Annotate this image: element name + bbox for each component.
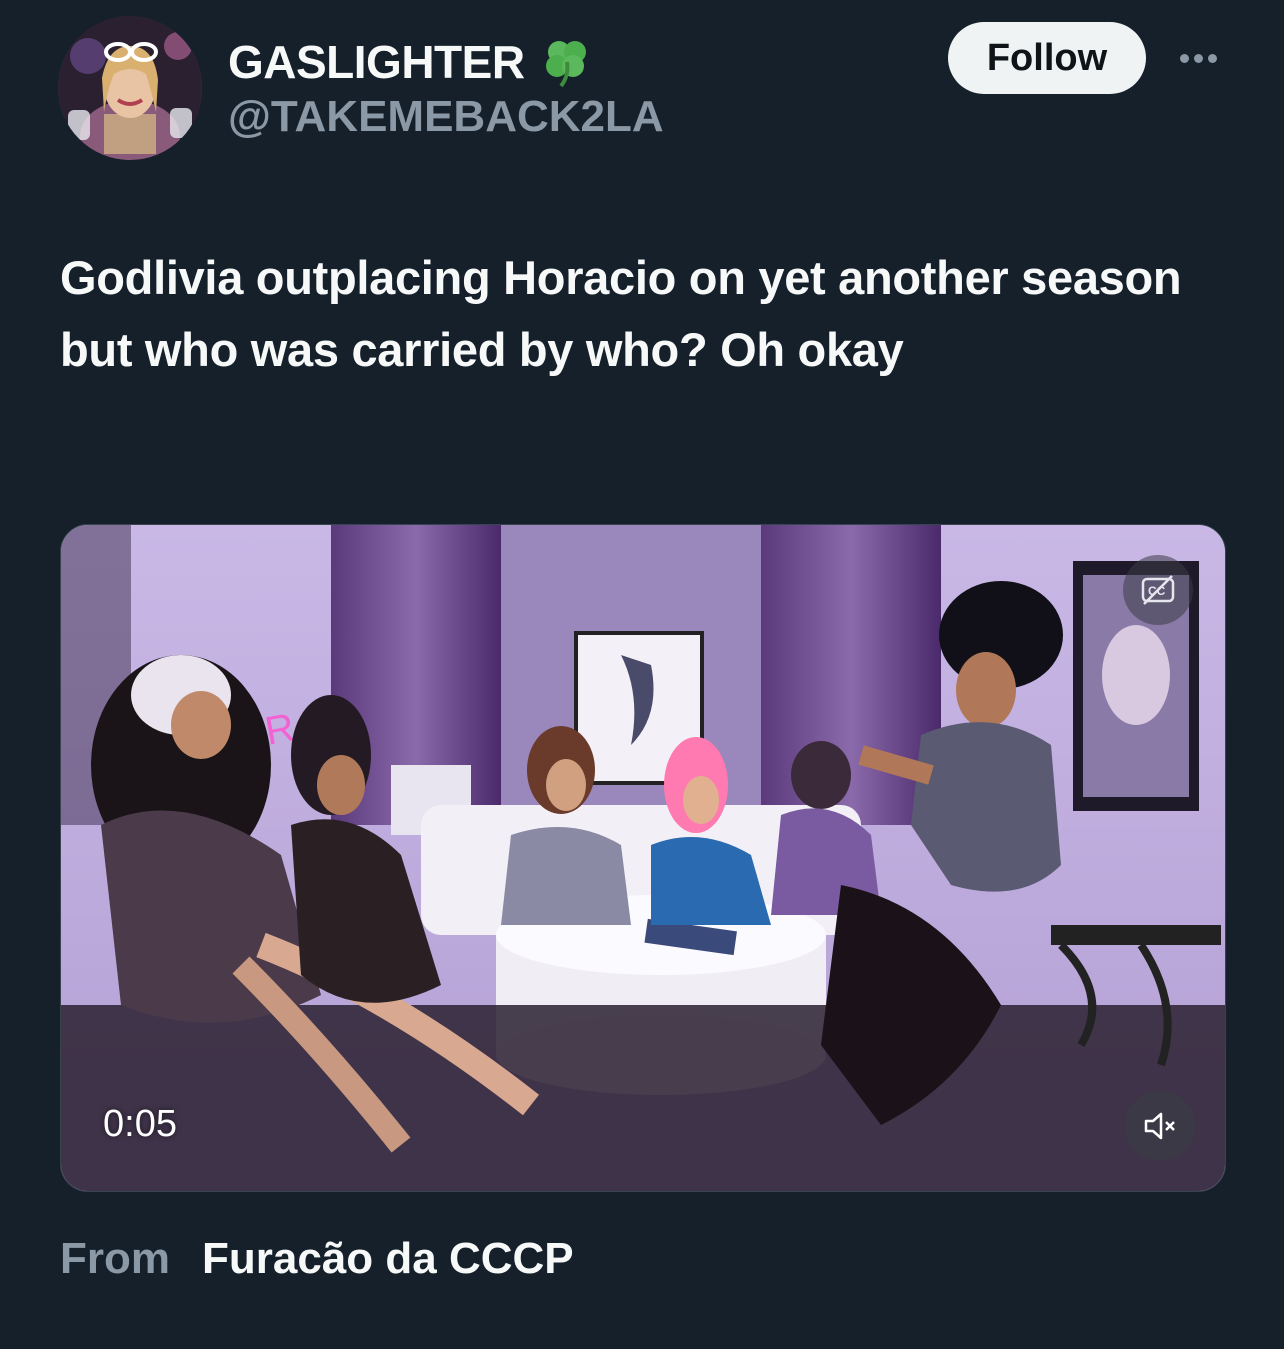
- user-handle[interactable]: @TAKEMEBACK2LA: [228, 92, 664, 142]
- attribution-from-label: From: [60, 1234, 170, 1283]
- display-name-text: GASLIGHTER: [228, 36, 525, 88]
- more-dot: [1207, 53, 1217, 63]
- attribution-source-link[interactable]: Furacão da CCCP: [202, 1234, 574, 1284]
- muted-speaker-icon[interactable]: [1125, 1091, 1195, 1161]
- more-dot: [1193, 53, 1203, 63]
- more-dot: [1179, 53, 1189, 63]
- video-player[interactable]: NDR: [60, 524, 1226, 1192]
- more-icon[interactable]: [1170, 38, 1226, 78]
- four-leaf-clover-icon: [539, 34, 595, 90]
- media-attribution: From Furacão da CCCP: [60, 1234, 574, 1284]
- video-frame: NDR: [61, 525, 1225, 1191]
- avatar-image: [58, 16, 202, 160]
- captions-off-icon[interactable]: CC: [1123, 555, 1193, 625]
- follow-button[interactable]: Follow: [948, 22, 1146, 94]
- tweet-text: Godlivia outplacing Horacio on yet anoth…: [60, 251, 1182, 376]
- display-name[interactable]: GASLIGHTER: [228, 34, 595, 90]
- avatar[interactable]: [58, 16, 202, 160]
- video-duration: 0:05: [103, 1103, 177, 1145]
- tweet-card: GASLIGHTER @TAKEMEBACK2LA Follow Godlivi…: [0, 0, 1284, 1349]
